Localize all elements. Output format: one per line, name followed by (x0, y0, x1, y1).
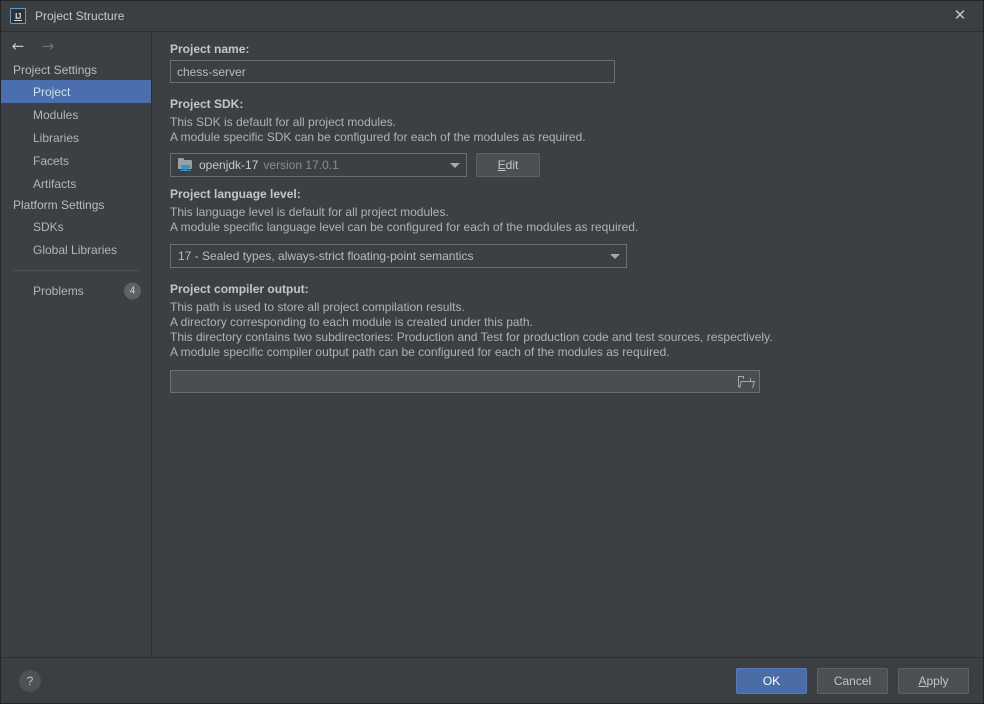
window-title: Project Structure (35, 9, 124, 23)
sidebar-item-label: Modules (33, 108, 78, 122)
ok-button[interactable]: OK (736, 668, 807, 694)
sidebar-item-sdks[interactable]: SDKs (1, 215, 151, 238)
language-level-desc-line-2: A module specific language level can be … (170, 220, 967, 235)
close-icon[interactable]: ✕ (937, 1, 983, 30)
forward-arrow-icon[interactable]: → (39, 37, 57, 55)
project-sdk-desc-line-2: A module specific SDK can be configured … (170, 130, 967, 145)
sidebar-item-label: Problems (33, 284, 84, 298)
project-name-value: chess-server (177, 65, 246, 79)
sidebar-item-label: Artifacts (33, 177, 76, 191)
sdk-name: openjdk-17 (199, 158, 258, 172)
compiler-output-desc-line-2: A directory corresponding to each module… (170, 315, 967, 330)
edit-button-label: dit (506, 158, 519, 172)
project-sdk-dropdown[interactable]: openjdk-17 version 17.0.1 (170, 153, 467, 177)
language-level-selected-value: 17 - Sealed types, always-strict floatin… (178, 249, 604, 263)
sidebar-item-modules[interactable]: Modules (1, 103, 151, 126)
help-button[interactable]: ? (19, 670, 41, 692)
language-level-label: Project language level: (170, 187, 967, 201)
dialog-footer: ? OK Cancel Apply (1, 657, 983, 703)
sidebar-item-label: Project (33, 85, 70, 99)
apply-button-mnemonic: A (918, 674, 926, 688)
project-sdk-row: openjdk-17 version 17.0.1 Edit (170, 153, 967, 177)
intellij-idea-icon: IJ (10, 8, 26, 24)
compiler-output-desc-line-4: A module specific compiler output path c… (170, 345, 967, 360)
compiler-output-desc-line-1: This path is used to store all project c… (170, 300, 967, 315)
footer-button-group: OK Cancel Apply (736, 668, 969, 694)
chevron-down-icon (610, 254, 620, 259)
problems-count-badge: 4 (124, 282, 141, 299)
back-arrow-icon[interactable]: ← (9, 37, 27, 55)
compiler-output-desc-line-3: This directory contains two subdirectori… (170, 330, 967, 345)
sidebar-item-label: Facets (33, 154, 69, 168)
chevron-down-icon (450, 163, 460, 168)
sidebar-item-problems[interactable]: Problems 4 (1, 279, 151, 302)
project-sdk-selected-value: openjdk-17 version 17.0.1 (178, 157, 444, 173)
sidebar-item-libraries[interactable]: Libraries (1, 126, 151, 149)
project-settings-panel: Project name: chess-server Project SDK: … (152, 32, 983, 657)
cancel-button[interactable]: Cancel (817, 668, 888, 694)
sdk-version: version 17.0.1 (263, 158, 338, 172)
sidebar-item-label: Global Libraries (33, 243, 117, 257)
sidebar-group-project-settings: Project Settings (1, 60, 151, 80)
apply-button[interactable]: Apply (898, 668, 969, 694)
edit-button-mnemonic: E (498, 158, 506, 172)
project-name-input[interactable]: chess-server (170, 60, 615, 83)
language-level-dropdown[interactable]: 17 - Sealed types, always-strict floatin… (170, 244, 627, 268)
compiler-output-label: Project compiler output: (170, 282, 967, 296)
sidebar-group-platform-settings: Platform Settings (1, 195, 151, 215)
folder-open-icon[interactable] (738, 375, 754, 389)
project-sdk-label: Project SDK: (170, 97, 967, 111)
settings-sidebar: ← → Project Settings Project Modules Lib… (1, 32, 152, 657)
apply-button-label: pply (927, 674, 949, 688)
language-level-desc-line-1: This language level is default for all p… (170, 205, 967, 220)
sidebar-item-project[interactable]: Project (1, 80, 151, 103)
sidebar-divider (13, 270, 139, 271)
java-sdk-folder-icon (178, 157, 194, 173)
project-name-label: Project name: (170, 42, 967, 56)
sidebar-item-facets[interactable]: Facets (1, 149, 151, 172)
sidebar-item-global-libraries[interactable]: Global Libraries (1, 238, 151, 261)
project-structure-dialog: IJ Project Structure ✕ ← → Project Setti… (0, 0, 984, 704)
navigation-row: ← → (1, 32, 151, 60)
sidebar-item-label: Libraries (33, 131, 79, 145)
dialog-body: ← → Project Settings Project Modules Lib… (1, 32, 983, 657)
sidebar-item-artifacts[interactable]: Artifacts (1, 172, 151, 195)
compiler-output-path-input[interactable] (170, 370, 760, 393)
sidebar-item-label: SDKs (33, 220, 64, 234)
project-sdk-desc-line-1: This SDK is default for all project modu… (170, 115, 967, 130)
edit-sdk-button[interactable]: Edit (476, 153, 540, 177)
title-bar: IJ Project Structure ✕ (1, 1, 983, 32)
